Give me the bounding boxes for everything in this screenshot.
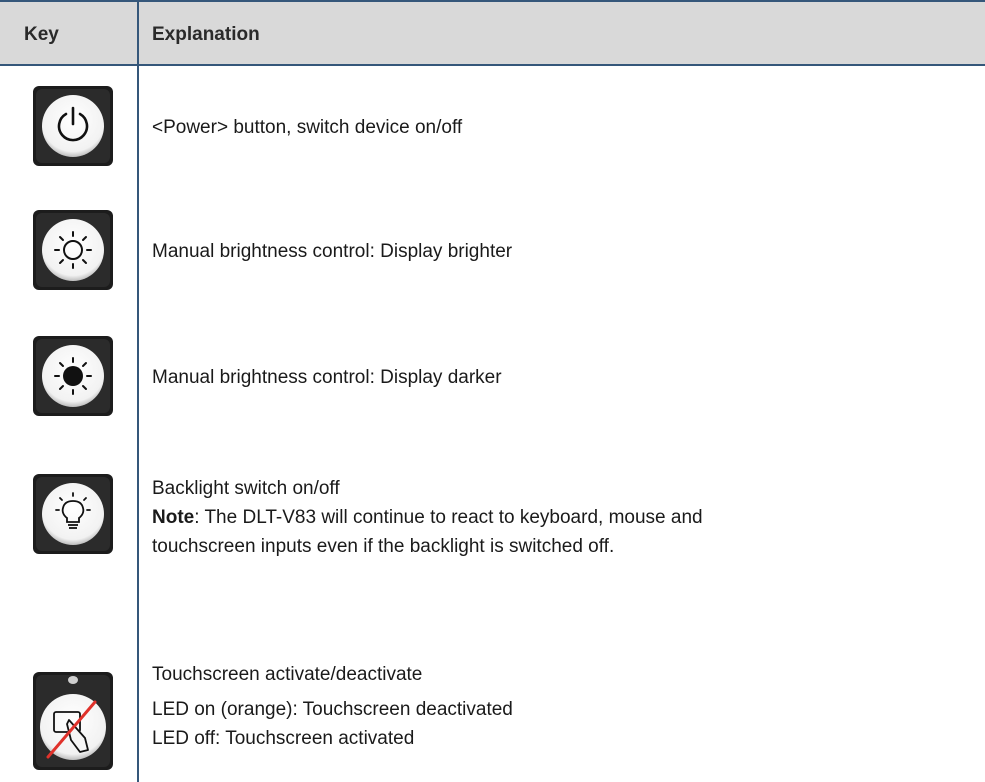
brightness-down-icon	[33, 336, 113, 416]
row-power-text: <Power> button, switch device on/off	[152, 113, 462, 142]
row-brightness-up-text: Manual brightness control: Display brigh…	[152, 237, 512, 266]
header-top-rule	[0, 0, 985, 2]
header-bottom-rule	[0, 64, 985, 66]
row-backlight-note-2: touchscreen inputs even if the backlight…	[152, 536, 615, 557]
brightness-up-icon	[33, 210, 113, 290]
row-touchscreen-line-1: Touchscreen activate/deactivate	[152, 664, 423, 685]
row-touchscreen-line-2: LED on (orange): Touchscreen deactivated	[152, 699, 513, 720]
touchscreen-disable-icon	[33, 660, 113, 770]
table-header: Key Explanation	[0, 0, 985, 66]
header-explanation: Explanation	[152, 24, 260, 45]
row-backlight-text: Backlight switch on/off Note: The DLT-V8…	[152, 474, 703, 561]
header-key: Key	[24, 24, 59, 45]
row-brightness-down-text: Manual brightness control: Display darke…	[152, 363, 502, 392]
row-touchscreen-line-3: LED off: Touchscreen activated	[152, 728, 415, 749]
column-divider	[137, 0, 139, 782]
row-backlight-note: Note: The DLT-V83 will continue to react…	[152, 503, 703, 532]
row-brightness-up-line: Manual brightness control: Display brigh…	[152, 241, 513, 262]
row-power-line: <Power> button, switch device on/off	[152, 117, 463, 138]
backlight-bulb-icon	[33, 474, 113, 554]
power-icon	[33, 86, 113, 166]
note-label: Note	[152, 507, 195, 528]
row-backlight-line: Backlight switch on/off	[152, 478, 340, 499]
row-touchscreen-text: Touchscreen activate/deactivate LED on (…	[152, 660, 513, 753]
note-text: : The DLT-V83 will continue to react to …	[194, 507, 703, 528]
row-brightness-down-line: Manual brightness control: Display darke…	[152, 367, 502, 388]
